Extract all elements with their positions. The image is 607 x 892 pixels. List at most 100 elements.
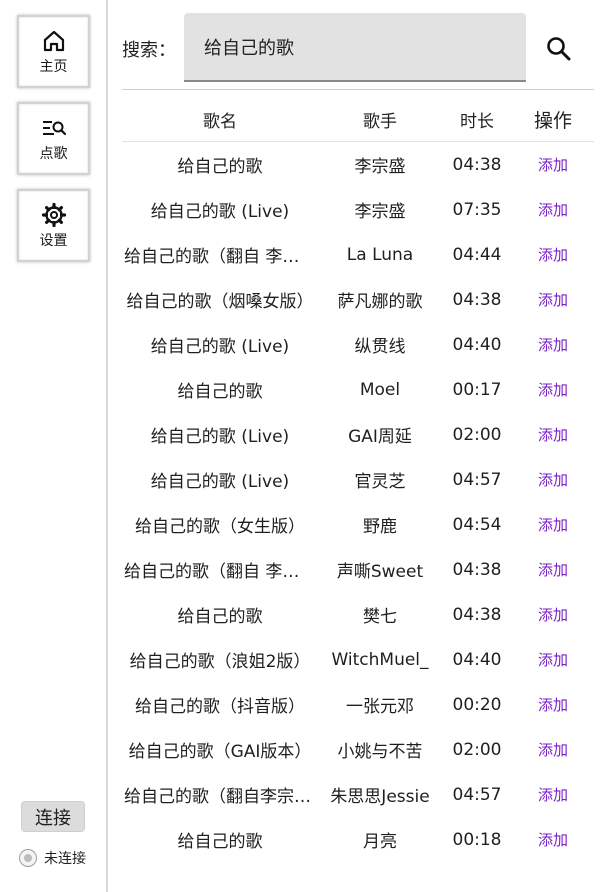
table-row: 给自己的歌（浪姐2版） WitchMuel_ 04:40 添加 xyxy=(122,637,594,682)
duration-cell: 04:38 xyxy=(452,289,502,310)
duration-cell: 04:54 xyxy=(452,514,502,535)
song-name-cell: 给自己的歌（浪姐2版） xyxy=(129,652,311,672)
song-name-cell: 给自己的歌（翻自李宗盛） xyxy=(124,787,318,807)
table-row: 给自己的歌 (Live) 李宗盛 07:35 添加 xyxy=(122,187,594,232)
duration-cell: 00:20 xyxy=(452,694,502,715)
artist-cell: 月亮 xyxy=(363,832,397,852)
song-name-cell: 给自己的歌（抖音版） xyxy=(135,697,305,717)
header-artist: 歌手 xyxy=(363,111,397,132)
table-row: 给自己的歌（翻自李宗盛） 朱思思Jessie 04:57 添加 xyxy=(122,772,594,817)
song-name-cell: 给自己的歌（GAI版本） xyxy=(128,742,312,762)
artist-cell: 朱思思Jessie xyxy=(330,787,430,807)
add-song-link[interactable]: 添加 xyxy=(538,381,568,399)
table-header: 歌名 歌手 时长 操作 xyxy=(122,97,594,142)
action-cell: 添加 xyxy=(512,514,594,535)
song-name-cell: 给自己的歌 (Live) xyxy=(150,472,290,492)
nav-song-request-button[interactable]: 点歌 xyxy=(17,102,90,175)
song-search-icon xyxy=(42,120,66,135)
nav-settings-button[interactable]: 设置 xyxy=(17,189,90,262)
add-song-link[interactable]: 添加 xyxy=(538,426,568,444)
song-name-cell: 给自己的歌 (Live) xyxy=(150,427,290,447)
table-row: 给自己的歌 樊七 04:38 添加 xyxy=(122,592,594,637)
action-cell: 添加 xyxy=(512,199,594,220)
artist-cell: Moel xyxy=(359,379,401,400)
status-label: 未连接 xyxy=(44,851,86,867)
sidebar: 主页 点歌 设置 连接 未连接 xyxy=(0,0,107,892)
add-song-link[interactable]: 添加 xyxy=(538,831,568,849)
home-icon xyxy=(43,30,64,51)
song-name-cell: 给自己的歌 (Live) xyxy=(150,202,290,222)
action-cell: 添加 xyxy=(512,559,594,580)
duration-cell: 02:00 xyxy=(452,424,502,445)
table-row: 给自己的歌 (Live) GAI周延 02:00 添加 xyxy=(122,412,594,457)
header-duration: 时长 xyxy=(460,111,494,132)
duration-cell: 00:18 xyxy=(452,829,502,850)
table-row: 给自己的歌（翻自 李宗盛） 声嘶Sweet 04:38 添加 xyxy=(122,547,594,592)
status-radio-icon xyxy=(19,849,37,867)
table-row: 给自己的歌 Moel 00:17 添加 xyxy=(122,367,594,412)
nav-home-label: 主页 xyxy=(39,58,68,75)
nav-home-button[interactable]: 主页 xyxy=(17,15,90,88)
add-song-link[interactable]: 添加 xyxy=(538,516,568,534)
action-cell: 添加 xyxy=(512,784,594,805)
action-cell: 添加 xyxy=(512,649,594,670)
search-divider xyxy=(122,89,594,90)
duration-cell: 04:40 xyxy=(452,649,502,670)
action-cell: 添加 xyxy=(512,379,594,400)
action-cell: 添加 xyxy=(512,604,594,625)
duration-cell: 04:40 xyxy=(452,334,502,355)
nav-song-request-label: 点歌 xyxy=(39,145,68,162)
song-name-cell: 给自己的歌 xyxy=(177,157,263,177)
song-name-cell: 给自己的歌（烟嗓女版） xyxy=(126,292,314,312)
song-name-cell: 给自己的歌 xyxy=(177,832,263,852)
artist-cell: 官灵芝 xyxy=(354,472,406,492)
song-name-cell: 给自己的歌 xyxy=(177,382,263,402)
artist-cell: WitchMuel_ xyxy=(331,649,429,670)
action-cell: 添加 xyxy=(512,829,594,850)
artist-cell: La Luna xyxy=(346,244,414,265)
table-row: 给自己的歌 月亮 00:18 添加 xyxy=(122,817,594,862)
add-song-link[interactable]: 添加 xyxy=(538,606,568,624)
table-row: 给自己的歌 李宗盛 04:38 添加 xyxy=(122,142,594,187)
add-song-link[interactable]: 添加 xyxy=(538,201,568,219)
action-cell: 添加 xyxy=(512,739,594,760)
artist-cell: 一张元邓 xyxy=(346,697,414,717)
artist-cell: GAI周延 xyxy=(348,427,412,447)
add-song-link[interactable]: 添加 xyxy=(538,741,568,759)
table-body: 给自己的歌 李宗盛 04:38 添加 给自己的歌 (Live) 李宗盛 07:35 添加 给自己… xyxy=(122,142,594,862)
artist-cell: 野鹿 xyxy=(363,517,397,537)
connect-button[interactable]: 连接 xyxy=(21,801,85,832)
duration-cell: 04:38 xyxy=(452,154,502,175)
header-song-name: 歌名 xyxy=(203,111,237,132)
sidebar-divider xyxy=(106,0,108,892)
artist-cell: 樊七 xyxy=(363,607,397,627)
table-row: 给自己的歌 (Live) 纵贯线 04:40 添加 xyxy=(122,322,594,367)
song-name-cell: 给自己的歌（翻自 李宗盛） xyxy=(124,562,318,582)
nav-settings-label: 设置 xyxy=(39,232,68,249)
artist-cell: 纵贯线 xyxy=(354,337,406,357)
duration-cell: 04:38 xyxy=(452,604,502,625)
add-song-link[interactable]: 添加 xyxy=(538,651,568,669)
artist-cell: 小姚与不苦 xyxy=(337,742,423,762)
search-icon[interactable] xyxy=(544,34,574,64)
search-input[interactable] xyxy=(184,13,526,82)
artist-cell: 声嘶Sweet xyxy=(336,562,424,582)
add-song-link[interactable]: 添加 xyxy=(538,156,568,174)
duration-cell: 00:17 xyxy=(452,379,502,400)
add-song-link[interactable]: 添加 xyxy=(538,246,568,264)
add-song-link[interactable]: 添加 xyxy=(538,786,568,804)
artist-cell: 萨凡娜的歌 xyxy=(337,292,423,312)
song-table: 歌名 歌手 时长 操作 给自己的歌 李宗盛 04:38 添加 给自己的歌 (Live) 李… xyxy=(122,97,594,862)
song-name-cell: 给自己的歌（翻自 李宗盛） xyxy=(124,247,318,267)
add-song-link[interactable]: 添加 xyxy=(538,291,568,309)
action-cell: 添加 xyxy=(512,334,594,355)
add-song-link[interactable]: 添加 xyxy=(538,561,568,579)
table-row: 给自己的歌（烟嗓女版） 萨凡娜的歌 04:38 添加 xyxy=(122,277,594,322)
header-action: 操作 xyxy=(533,109,572,132)
add-song-link[interactable]: 添加 xyxy=(538,471,568,489)
song-name-cell: 给自己的歌 xyxy=(177,607,263,627)
table-row: 给自己的歌（抖音版） 一张元邓 00:20 添加 xyxy=(122,682,594,727)
add-song-link[interactable]: 添加 xyxy=(538,696,568,714)
add-song-link[interactable]: 添加 xyxy=(538,336,568,354)
action-cell: 添加 xyxy=(512,289,594,310)
